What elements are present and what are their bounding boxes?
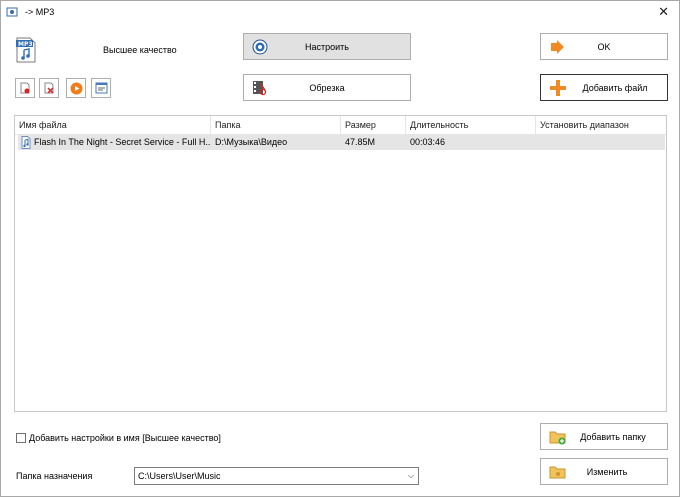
column-header-size[interactable]: Размер bbox=[341, 116, 406, 134]
mp3-format-icon: MP3 bbox=[16, 37, 36, 63]
add-folder-button[interactable]: Добавить папку bbox=[540, 423, 668, 450]
clear-list-icon bbox=[44, 82, 54, 94]
file-list[interactable]: Имя файла Папка Размер Длительность Уста… bbox=[14, 115, 667, 412]
chevron-down-icon[interactable]: ⌵ bbox=[408, 468, 414, 484]
main-window: -> MP3 ✕ MP3 Высшее качество Настроить О… bbox=[0, 0, 680, 497]
remove-file-button[interactable] bbox=[15, 78, 35, 98]
arrow-right-icon bbox=[551, 39, 564, 54]
settings-gear-icon bbox=[252, 39, 268, 54]
add-settings-label: Добавить настройки в имя [Высшее качеств… bbox=[29, 433, 221, 443]
quality-label: Высшее качество bbox=[103, 45, 177, 55]
info-window-icon bbox=[95, 82, 107, 94]
destination-label: Папка назначения bbox=[16, 471, 93, 481]
app-icon bbox=[6, 7, 18, 17]
size-cell: 47.85M bbox=[345, 137, 376, 147]
change-label: Изменить bbox=[586, 466, 628, 477]
table-row[interactable]: Flash In The Night - Secret Service - Fu… bbox=[18, 135, 665, 150]
ok-button[interactable]: OK bbox=[540, 33, 668, 60]
play-button[interactable] bbox=[66, 78, 86, 98]
configure-label: Настроить bbox=[305, 41, 349, 52]
add-settings-to-name-option[interactable]: Добавить настройки в имя [Высшее качеств… bbox=[16, 433, 221, 443]
title-bar: -> MP3 ✕ bbox=[1, 1, 679, 25]
svg-text:MP3: MP3 bbox=[18, 41, 33, 48]
add-folder-label: Добавить папку bbox=[580, 431, 646, 442]
remove-file-icon bbox=[20, 82, 30, 94]
window-title: -> MP3 bbox=[25, 7, 55, 17]
file-name-cell: Flash In The Night - Secret Service - Fu… bbox=[34, 137, 210, 147]
plus-icon bbox=[550, 79, 566, 96]
column-header-folder[interactable]: Папка bbox=[211, 116, 341, 134]
close-icon[interactable]: ✕ bbox=[658, 5, 669, 19]
column-header-filename[interactable]: Имя файла bbox=[15, 116, 211, 134]
add-file-button[interactable]: Добавить файл bbox=[540, 74, 668, 101]
media-info-button[interactable] bbox=[91, 78, 111, 98]
trim-label: Обрезка bbox=[309, 82, 345, 93]
list-header: Имя файла Папка Размер Длительность Уста… bbox=[15, 116, 666, 135]
ok-label: OK bbox=[597, 41, 611, 52]
audio-file-icon bbox=[21, 136, 31, 149]
play-icon bbox=[70, 82, 82, 94]
film-scissors-icon bbox=[253, 80, 267, 95]
add-file-label: Добавить файл bbox=[582, 82, 648, 93]
clear-list-button[interactable] bbox=[39, 78, 59, 98]
range-cell[interactable] bbox=[540, 135, 666, 150]
folder-icon bbox=[549, 466, 566, 478]
column-header-duration[interactable]: Длительность bbox=[406, 116, 536, 134]
column-header-range[interactable]: Установить диапазон bbox=[536, 116, 666, 134]
add-settings-checkbox[interactable] bbox=[16, 433, 26, 443]
duration-cell: 00:03:46 bbox=[410, 137, 446, 147]
destination-folder-select[interactable]: C:\Users\User\Music ⌵ bbox=[134, 467, 419, 485]
destination-path: C:\Users\User\Music bbox=[138, 471, 221, 481]
change-button[interactable]: Изменить bbox=[540, 458, 668, 485]
folder-cell: D:\Музыка\Видео bbox=[215, 137, 288, 147]
trim-button[interactable]: Обрезка bbox=[243, 74, 411, 101]
configure-button[interactable]: Настроить bbox=[243, 33, 411, 60]
folder-add-icon bbox=[549, 431, 566, 444]
